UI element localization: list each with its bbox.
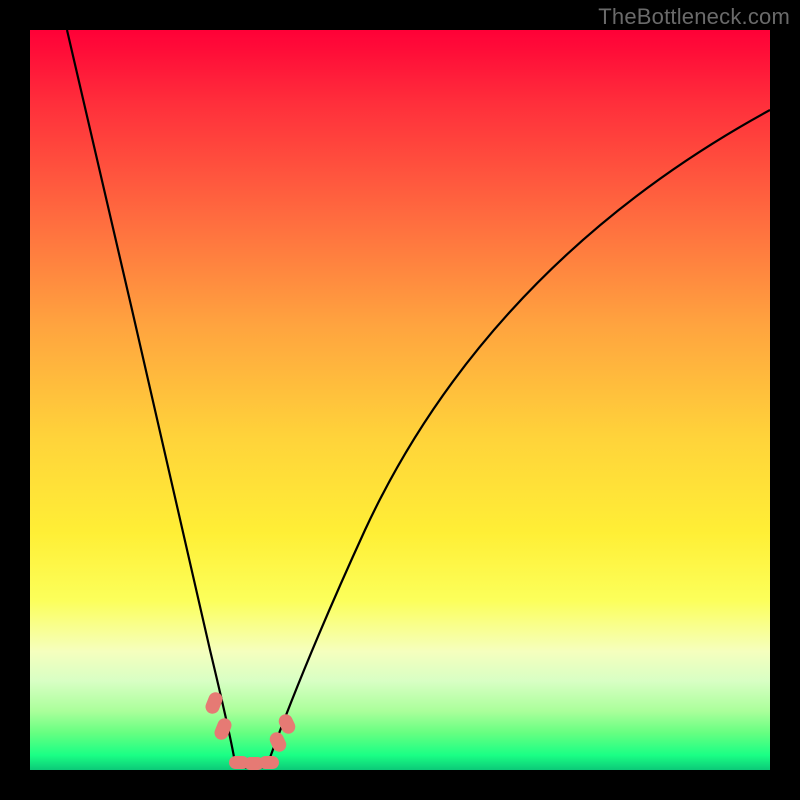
bottleneck-curve xyxy=(30,30,770,770)
watermark-text: TheBottleneck.com xyxy=(598,4,790,30)
curve-path xyxy=(67,30,770,768)
marker-right-lower xyxy=(267,730,288,754)
marker-floor-right xyxy=(259,756,279,769)
curve-markers xyxy=(203,690,297,770)
plot-frame xyxy=(30,30,770,770)
